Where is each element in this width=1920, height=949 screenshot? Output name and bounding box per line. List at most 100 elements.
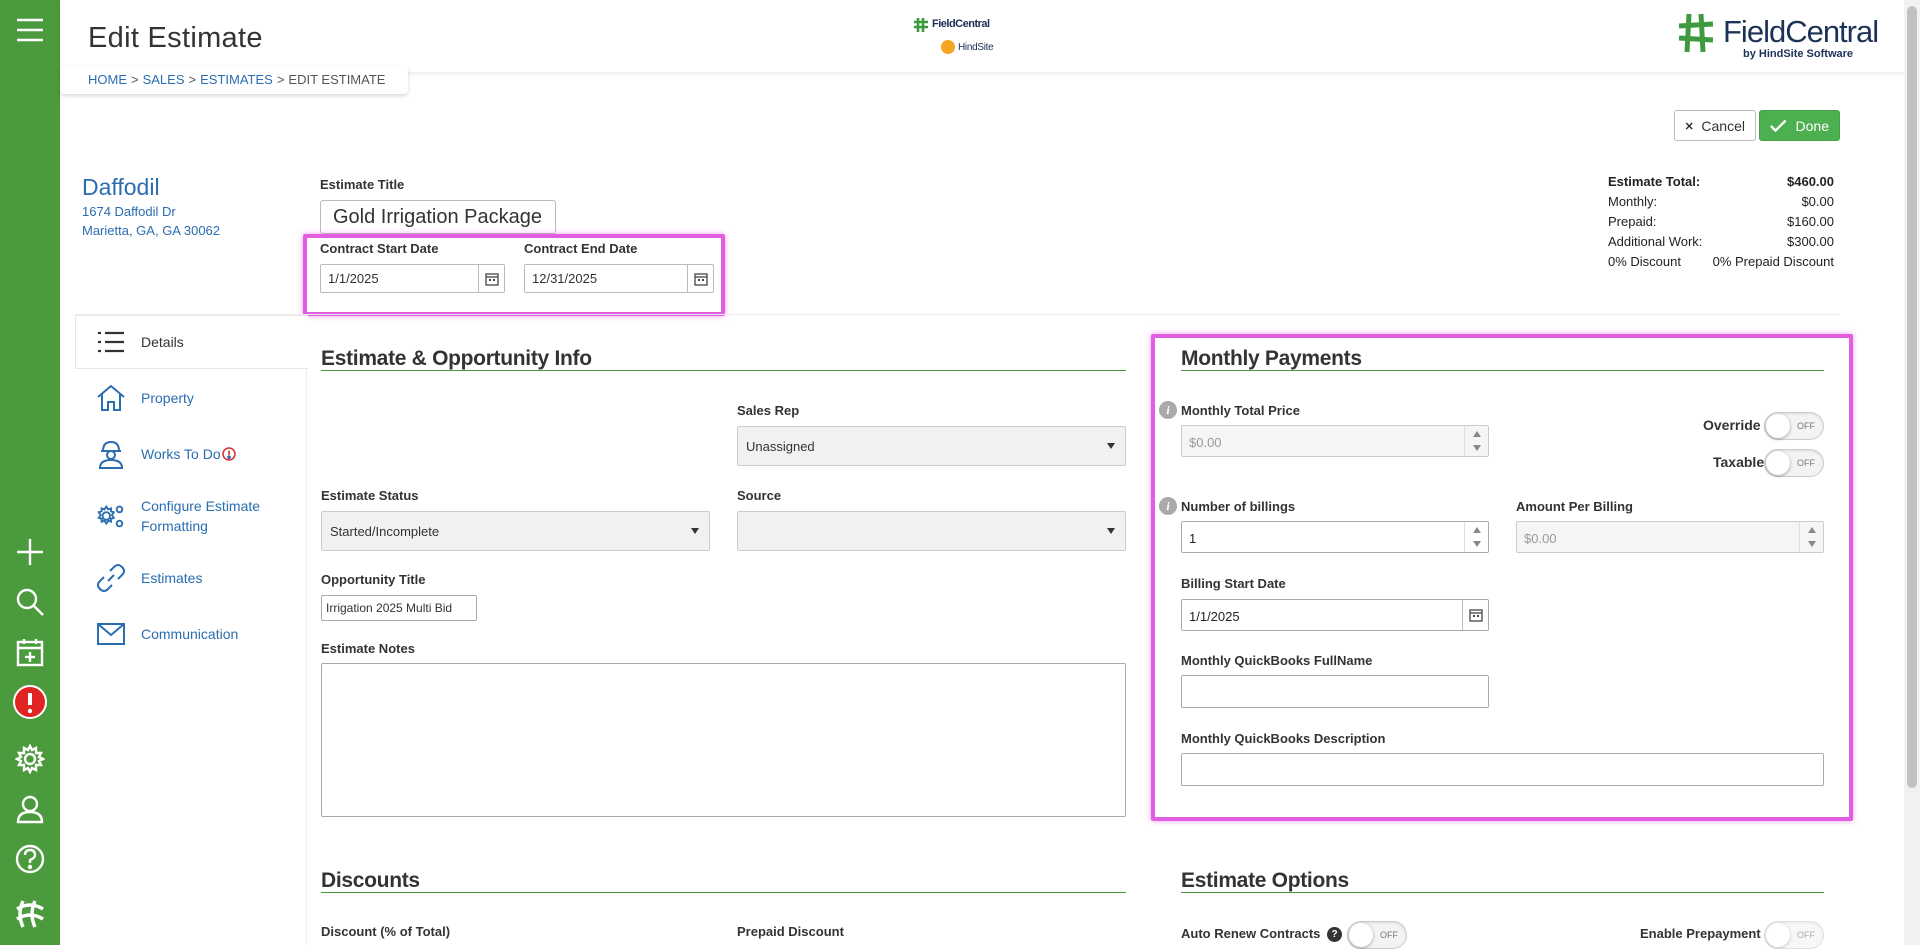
qb-fullname-label: Monthly QuickBooks FullName	[1181, 653, 1373, 668]
brand-logo: FieldCentral by HindSite Software	[1673, 10, 1879, 60]
breadcrumb-sales[interactable]: SALES	[143, 72, 185, 87]
search-icon[interactable]	[12, 584, 48, 620]
info-icon[interactable]: i	[1159, 401, 1177, 419]
page-scrollbar[interactable]	[1904, 0, 1920, 945]
close-icon	[1685, 122, 1693, 129]
discounts-section-divider	[321, 892, 1126, 893]
customer-address[interactable]: 1674 Daffodil Dr Marietta, GA, GA 30062	[82, 202, 220, 240]
cancel-button[interactable]: Cancel	[1674, 110, 1756, 141]
nav-configure-estimate-formatting[interactable]: Configure Estimate Formatting	[95, 496, 260, 536]
amount-per-billing-placeholder: $0.00	[1524, 531, 1557, 546]
info-icon[interactable]: i	[1159, 497, 1177, 515]
add-icon[interactable]	[12, 534, 48, 570]
contract-start-label: Contract Start Date	[320, 241, 439, 256]
sales-rep-label: Sales Rep	[737, 403, 800, 418]
prepaid-label: Prepaid:	[1608, 214, 1657, 229]
toggle-knob	[1766, 451, 1790, 475]
nav-works-to-do[interactable]: Works To Do	[95, 438, 236, 470]
additional-work-value: $300.00	[1787, 234, 1834, 249]
opportunity-title-label: Opportunity Title	[321, 572, 426, 587]
breadcrumb: HOME > SALES > ESTIMATES > EDIT ESTIMATE	[60, 66, 408, 94]
prepaid-discount-label: Prepaid Discount	[737, 924, 844, 939]
options-section-heading: Estimate Options	[1181, 869, 1349, 892]
nav-property[interactable]: Property	[95, 382, 194, 414]
fieldcentral-logo-icon[interactable]	[12, 896, 48, 932]
breadcrumb-separator: >	[131, 72, 139, 87]
contract-start-date-input[interactable]: 1/1/2025	[320, 264, 505, 293]
help-question-icon[interactable]: ?	[1327, 927, 1342, 942]
nav-communication[interactable]: Communication	[95, 618, 238, 650]
info-section-heading: Estimate & Opportunity Info	[321, 347, 592, 370]
contract-end-date-input[interactable]: 12/31/2025	[524, 264, 714, 293]
breadcrumb-current: EDIT ESTIMATE	[288, 72, 386, 87]
nav-details-label: Details	[141, 334, 184, 350]
discount-percent-label: Discount (% of Total)	[321, 924, 451, 939]
toggle-state: OFF	[1797, 458, 1815, 468]
number-spinner[interactable]	[1464, 522, 1488, 552]
chevron-down-icon	[1107, 528, 1115, 534]
estimate-totals-summary: Estimate Total: $460.00 Monthly: $0.00 Pre…	[1608, 174, 1834, 274]
qb-fullname-input[interactable]	[1181, 675, 1489, 708]
help-icon[interactable]	[12, 841, 48, 877]
calendar-icon[interactable]	[478, 264, 504, 293]
override-label: Override	[1703, 417, 1761, 433]
toggle-state: OFF	[1797, 930, 1815, 940]
taxable-toggle[interactable]: OFF	[1764, 449, 1824, 477]
estimate-status-select[interactable]: Started/Incomplete	[321, 511, 710, 551]
override-toggle[interactable]: OFF	[1764, 412, 1824, 440]
nav-communication-label: Communication	[141, 626, 239, 642]
total-label: Estimate Total:	[1608, 174, 1701, 189]
calendar-add-icon[interactable]	[12, 634, 48, 670]
calendar-icon[interactable]	[687, 264, 713, 293]
monthly-label: Monthly:	[1608, 194, 1658, 209]
number-of-billings-value: 1	[1189, 531, 1197, 546]
contract-end-value: 12/31/2025	[532, 271, 598, 286]
hamburger-menu-icon[interactable]	[12, 12, 48, 48]
customer-name-link[interactable]: Daffodil	[82, 174, 160, 201]
address-line-1: 1674 Daffodil Dr	[82, 204, 176, 219]
prepaid-value: $160.00	[1787, 214, 1834, 229]
amount-per-billing-input[interactable]: $0.00	[1516, 521, 1824, 553]
checkmark-icon	[1770, 119, 1787, 132]
number-of-billings-label: Number of billings	[1181, 499, 1296, 514]
breadcrumb-home[interactable]: HOME	[88, 72, 127, 87]
user-profile-icon[interactable]	[12, 791, 48, 827]
settings-gear-icon[interactable]	[12, 741, 48, 777]
center-logo-fieldcentral: FieldCentral	[932, 18, 990, 30]
scrollbar-thumb[interactable]	[1907, 6, 1917, 788]
toggle-state: OFF	[1797, 421, 1815, 431]
fieldcentral-brand-mark-icon	[1678, 13, 1714, 53]
number-of-billings-input[interactable]: 1	[1181, 521, 1489, 553]
page-title: Edit Estimate	[88, 22, 263, 54]
nav-configure-line2: Formatting	[141, 518, 208, 534]
source-select[interactable]	[737, 511, 1126, 551]
number-spinner[interactable]	[1464, 426, 1488, 456]
home-icon	[95, 382, 127, 414]
amount-per-billing-label: Amount Per Billing	[1516, 499, 1633, 514]
alert-icon[interactable]	[12, 684, 48, 720]
top-header: Edit Estimate FieldCentral HindSite Fiel…	[60, 0, 1904, 72]
gears-icon	[95, 500, 127, 532]
toggle-knob	[1766, 414, 1790, 438]
warning-icon	[221, 447, 236, 461]
estimate-title-input[interactable]: Gold Irrigation Package	[320, 200, 556, 234]
billing-start-date-input[interactable]: 1/1/2025	[1181, 599, 1489, 631]
done-label: Done	[1795, 117, 1829, 134]
breadcrumb-estimates[interactable]: ESTIMATES	[200, 72, 273, 87]
monthly-total-price-label: Monthly Total Price	[1181, 403, 1300, 418]
monthly-section-heading: Monthly Payments	[1181, 347, 1362, 370]
sales-rep-select[interactable]: Unassigned	[737, 426, 1126, 466]
number-spinner[interactable]	[1799, 522, 1823, 552]
breadcrumb-separator: >	[276, 72, 285, 87]
enable-prepayment-label: Enable Prepayment	[1640, 926, 1761, 941]
qb-description-input[interactable]	[1181, 753, 1824, 786]
nav-estimates[interactable]: Estimates	[95, 562, 202, 594]
discounts-section-heading: Discounts	[321, 869, 420, 892]
calendar-icon[interactable]	[1462, 600, 1488, 630]
monthly-total-price-input[interactable]: $0.00	[1181, 425, 1489, 457]
nav-details[interactable]: Details	[95, 326, 184, 358]
done-button[interactable]: Done	[1759, 110, 1840, 141]
opportunity-title-input[interactable]: Irrigation 2025 Multi Bid	[321, 595, 477, 621]
contract-end-label: Contract End Date	[524, 241, 638, 256]
estimate-notes-textarea[interactable]	[321, 663, 1126, 817]
